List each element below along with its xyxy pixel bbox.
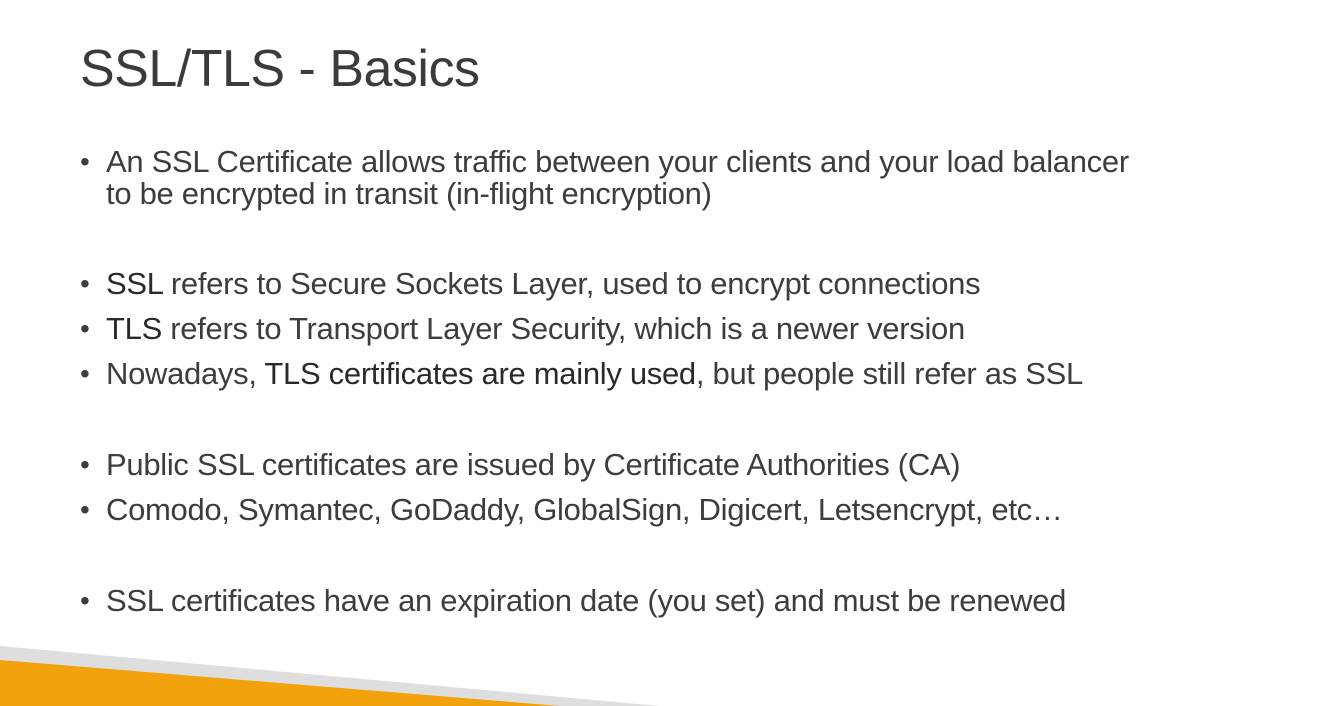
- bullet-text-pre: Nowadays,: [106, 356, 265, 391]
- decorative-accent-stripe: [0, 646, 660, 706]
- bullet-dot: •: [80, 313, 90, 344]
- bullet-strong-text: TLS certificates are mainly used: [264, 356, 696, 391]
- bullet-text: Comodo, Symantec, GoDaddy, GlobalSign, D…: [106, 492, 1063, 527]
- bullet-item-tls: • TLS refers to Transport Layer Security…: [78, 313, 1258, 345]
- bullet-item-nowadays: • Nowadays, TLS certificates are mainly …: [78, 358, 1258, 390]
- bullet-text: SSL certificates have an expiration date…: [106, 583, 1067, 618]
- bullet-text-line-1: An SSL Certificate allows traffic betwee…: [106, 144, 1129, 179]
- bullet-dot: •: [80, 358, 90, 389]
- bullet-text-line-2: to be encrypted in transit (in-flight en…: [106, 176, 712, 211]
- bullet-dot: •: [80, 146, 90, 177]
- bullet-text: Public SSL certificates are issued by Ce…: [106, 447, 961, 482]
- bullet-item-public-certificates: • Public SSL certificates are issued by …: [78, 449, 1258, 481]
- bullet-dot: •: [80, 268, 90, 299]
- bullet-item-ssl-certificate: • An SSL Certificate allows traffic betw…: [78, 146, 1258, 210]
- bullet-item-expiration: • SSL certificates have an expiration da…: [78, 585, 1258, 617]
- slide: SSL/TLS - Basics • An SSL Certificate al…: [0, 0, 1326, 706]
- bullet-text: , but people still refer as SSL: [695, 356, 1083, 391]
- bullet-strong-text: TLS: [106, 311, 162, 346]
- bullet-dot: •: [80, 449, 90, 480]
- bullet-dot: •: [80, 585, 90, 616]
- slide-title: SSL/TLS - Basics: [80, 40, 480, 98]
- bullet-item-ssl: • SSL refers to Secure Sockets Layer, us…: [78, 268, 1258, 300]
- bullet-strong-text: SSL: [106, 266, 163, 301]
- bullet-item-ca-list: • Comodo, Symantec, GoDaddy, GlobalSign,…: [78, 494, 1258, 526]
- bullet-dot: •: [80, 494, 90, 525]
- bullet-text: refers to Secure Sockets Layer, used to …: [162, 266, 981, 301]
- bullet-text: refers to Transport Layer Security, whic…: [161, 311, 965, 346]
